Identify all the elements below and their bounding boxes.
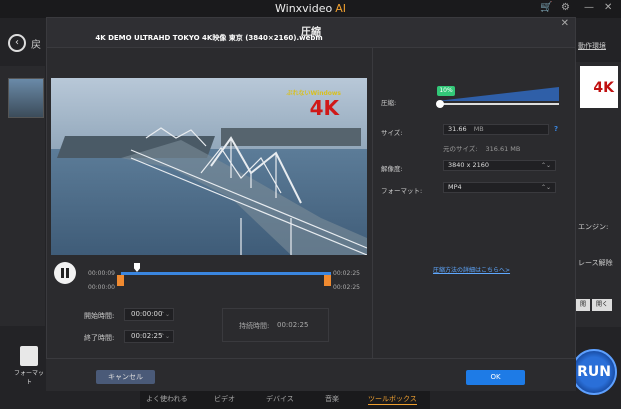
watermark-4k: 4K xyxy=(309,96,339,120)
size-input[interactable]: 31.66 MB xyxy=(443,124,549,135)
trim-end-handle[interactable] xyxy=(324,275,331,286)
format-icon xyxy=(20,346,38,366)
ok-button[interactable]: OK xyxy=(466,370,525,385)
run-button[interactable]: RUN xyxy=(571,349,617,395)
title-bar: Winxvideo AI 🛒 ⚙ — ✕ xyxy=(0,0,621,18)
tab-video[interactable]: ビデオ xyxy=(214,394,235,404)
cancel-button[interactable]: キャンセル xyxy=(96,370,155,384)
total-time: 00:02:25 xyxy=(333,284,360,291)
pane-divider xyxy=(372,48,373,358)
trim-start-time: 00:00:00 xyxy=(88,284,115,291)
size-label: サイズ: xyxy=(381,129,403,137)
video-title: 4K DEMO ULTRAHD TOKYO 4K映像 東京 (3840×2160… xyxy=(95,34,323,42)
gear-icon[interactable]: ⚙ xyxy=(561,2,570,13)
format-button[interactable]: フォーマット xyxy=(14,346,44,386)
resolution-select[interactable]: 3840 x 2160 ⌃⌄ xyxy=(443,160,556,171)
duration-label: 持続時間: xyxy=(239,322,270,330)
system-requirements-link[interactable]: 動作環境 xyxy=(578,41,606,51)
minimize-icon[interactable]: — xyxy=(584,2,594,13)
compression-label: 圧縮: xyxy=(381,99,397,107)
compression-percent-badge: 10% xyxy=(437,86,455,96)
compression-details-link[interactable]: 圧縮方法の詳細はこちらへ> xyxy=(433,265,510,274)
open-button[interactable]: 開く xyxy=(592,299,612,311)
dialog-close-icon[interactable]: ✕ xyxy=(561,18,569,29)
trim-end-time: 00:02:25 xyxy=(333,270,360,277)
start-time-label: 開始時間: xyxy=(84,312,115,320)
resolution-label: 解像度: xyxy=(381,165,403,173)
duration-box: 持続時間: 00:02:25 xyxy=(222,308,329,342)
tab-toolbox[interactable]: ツールボックス xyxy=(368,394,417,405)
source-thumbnail[interactable] xyxy=(8,78,44,118)
format-tabs: よく使われる ビデオ デバイス 音楽 ツールボックス xyxy=(140,390,430,409)
help-icon[interactable]: ? xyxy=(554,125,558,133)
duration-value: 00:02:25 xyxy=(277,321,309,329)
interlace-label: レース解除 xyxy=(578,259,613,267)
timeline-track[interactable] xyxy=(121,272,331,275)
engine-label: エンジン: xyxy=(578,223,609,231)
tab-device[interactable]: デバイス xyxy=(266,394,294,404)
trim-start-handle[interactable] xyxy=(117,275,124,286)
original-size: 元のサイズ: 316.61 MB xyxy=(443,145,521,153)
app-title: Winxvideo AI xyxy=(275,2,346,15)
format-label: フォーマット: xyxy=(381,187,423,195)
cart-icon[interactable]: 🛒 xyxy=(540,2,552,13)
browse-button[interactable]: 閲 xyxy=(576,299,590,311)
preview-thumbnail: 4K xyxy=(580,66,618,108)
video-preview[interactable]: ぶれないWindows 4K xyxy=(51,78,367,255)
tab-music[interactable]: 音楽 xyxy=(325,394,339,404)
close-app-icon[interactable]: ✕ xyxy=(604,2,612,13)
back-label: 戻 xyxy=(31,40,41,51)
end-time-label: 終了時間: xyxy=(84,334,115,342)
tab-popular[interactable]: よく使われる xyxy=(146,394,188,404)
pause-button[interactable] xyxy=(54,262,76,284)
compression-slider[interactable] xyxy=(436,87,559,109)
current-time: 00:00:09 xyxy=(88,270,115,277)
start-time-input[interactable]: 00:00:00 ⌃⌄ xyxy=(124,308,174,321)
format-select[interactable]: MP4 ⌃⌄ xyxy=(443,182,556,193)
back-icon[interactable]: ‹ xyxy=(8,34,26,52)
end-time-input[interactable]: 00:02:25 ⌃⌄ xyxy=(124,330,174,343)
compression-slider-knob[interactable] xyxy=(436,100,444,108)
